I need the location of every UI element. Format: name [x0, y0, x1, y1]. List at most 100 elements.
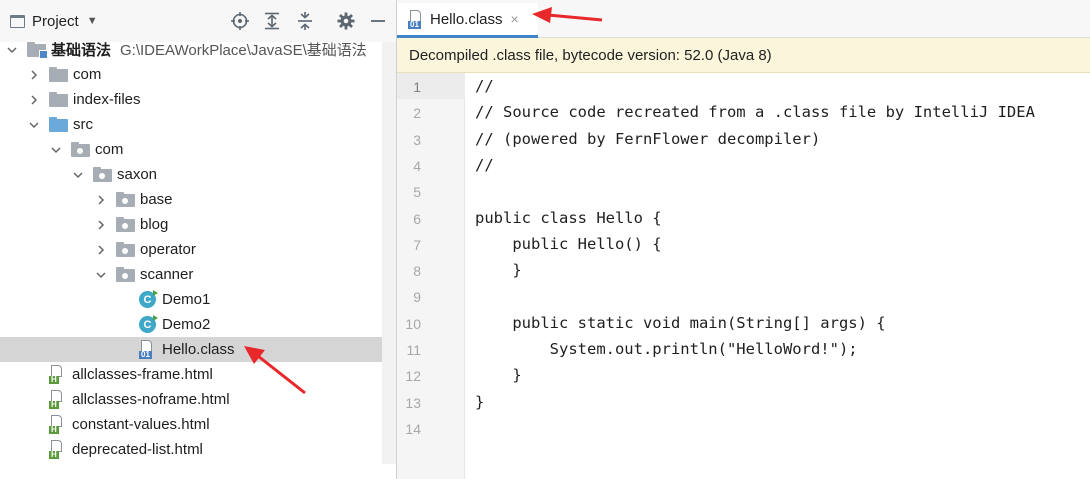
chevron-down-icon[interactable] [6, 44, 18, 56]
package-icon [116, 242, 135, 257]
html-file-icon: H [49, 415, 65, 434]
tree-row[interactable]: Hallclasses-frame.html [0, 362, 382, 387]
chevron-down-icon: ▼ [86, 15, 98, 27]
tree-row[interactable]: Hconstant-values.html [0, 412, 382, 437]
line-number: 8 [413, 263, 421, 280]
line-number: 9 [413, 289, 421, 306]
tree-item-label: index-files [73, 91, 141, 108]
project-title: Project [32, 12, 79, 30]
tree-item-label: operator [140, 241, 196, 258]
line-number: 5 [413, 184, 421, 201]
tree-row[interactable]: scanner [0, 262, 382, 287]
tree-row[interactable]: base [0, 187, 382, 212]
chevron-right-icon[interactable] [95, 244, 107, 256]
code-line: // (powered by FernFlower decompiler) [475, 129, 821, 148]
line-number: 3 [413, 131, 421, 148]
gear-icon[interactable] [336, 11, 356, 31]
line-number: 2 [413, 105, 421, 122]
code-line: public static void main(String[] args) { [475, 313, 886, 332]
tree-row[interactable]: operator [0, 237, 382, 262]
expand-all-icon[interactable] [262, 11, 282, 31]
project-toolbar: Project ▼ [0, 0, 396, 42]
tree-row[interactable]: C Demo2 [0, 312, 382, 337]
tree-row[interactable]: blog [0, 212, 382, 237]
tree-item-label: com [95, 141, 124, 158]
tree-item-label: Hello.class [162, 341, 235, 358]
chevron-right-icon[interactable] [28, 69, 40, 81]
chevron-down-icon[interactable] [72, 169, 84, 181]
chevron-right-icon[interactable] [95, 194, 107, 206]
folder-icon [49, 92, 68, 107]
chevron-down-icon[interactable] [95, 269, 107, 281]
class-file-icon: 01 [408, 9, 424, 29]
class-file-icon: 01 [139, 340, 155, 359]
code-line: public Hello() { [475, 234, 662, 253]
module-path: G:\IDEAWorkPlace\JavaSE\基础语法 [120, 42, 367, 59]
line-number: 1 [413, 79, 421, 95]
code-line: // [475, 155, 494, 174]
module-folder-icon [27, 42, 48, 59]
tree-row[interactable]: saxon [0, 162, 382, 187]
code-line: // Source code recreated from a .class f… [475, 103, 1035, 122]
tree-item-label: deprecated-list.html [72, 441, 203, 458]
project-tool-window: Project ▼ 基础语法 G:\IDEAWorkPlace\JavaSE\基础… [0, 0, 396, 479]
java-class-icon: C [139, 290, 158, 308]
tree-item-label: Demo1 [162, 291, 211, 308]
line-number: 10 [405, 315, 421, 332]
package-icon [93, 167, 112, 182]
package-icon [116, 267, 135, 282]
tree-row[interactable]: com [0, 137, 382, 162]
tree-row[interactable]: index-files [0, 87, 382, 112]
line-number: 7 [413, 236, 421, 253]
code-line: } [475, 261, 522, 280]
chevron-down-icon[interactable] [50, 144, 62, 156]
line-number: 13 [405, 394, 421, 411]
code-line: public class Hello { [475, 208, 662, 227]
tree-row[interactable]: Hallclasses-noframe.html [0, 387, 382, 412]
decompiled-banner: Decompiled .class file, bytecode version… [397, 38, 1090, 73]
html-file-icon: H [49, 440, 65, 459]
html-file-icon: H [49, 390, 65, 409]
package-icon [116, 217, 135, 232]
folder-icon [49, 67, 68, 82]
chevron-right-icon[interactable] [95, 219, 107, 231]
editor-tab-bar: 01 Hello.class × [397, 0, 1090, 38]
banner-text: Decompiled .class file, bytecode version… [409, 46, 772, 64]
chevron-right-icon[interactable] [28, 94, 40, 106]
tree-row[interactable]: Hdeprecated-list.html [0, 437, 382, 462]
html-file-icon: H [49, 365, 65, 384]
tab-label: Hello.class [430, 10, 503, 28]
code-line: // [475, 77, 494, 95]
tree-row[interactable]: C Demo1 [0, 287, 382, 312]
tree-item-label: scanner [140, 266, 194, 283]
project-view-selector[interactable]: Project ▼ [10, 10, 98, 32]
java-class-icon: C [139, 315, 158, 333]
tree-row[interactable]: 01 Hello.class [0, 337, 382, 362]
tree-item-label: base [140, 191, 173, 208]
tree-item-label: allclasses-frame.html [72, 366, 213, 383]
line-number: 14 [405, 420, 421, 437]
tree-row[interactable]: com [0, 62, 382, 87]
source-folder-icon [49, 117, 68, 132]
minimize-icon[interactable] [368, 11, 388, 31]
tree-item-label: blog [140, 216, 169, 233]
tree-item-label: com [73, 66, 102, 83]
tab-hello-class[interactable]: 01 Hello.class × [397, 3, 538, 38]
code-line: } [475, 392, 485, 411]
tree-item-label: Demo2 [162, 316, 211, 333]
package-icon [71, 142, 90, 157]
line-number: 11 [406, 342, 421, 358]
line-number: 4 [413, 157, 421, 174]
chevron-down-icon[interactable] [28, 119, 40, 131]
close-icon[interactable]: × [511, 11, 519, 27]
panel-gap [382, 42, 396, 464]
tree-item-label: src [73, 116, 93, 133]
code-line: System.out.println("HelloWord!"); [475, 340, 858, 358]
code-line: } [475, 366, 522, 385]
tree-row[interactable]: 基础语法 G:\IDEAWorkPlace\JavaSE\基础语法 [0, 37, 382, 62]
tree-row[interactable]: src [0, 112, 382, 137]
collapse-all-icon[interactable] [295, 11, 315, 31]
crosshair-icon[interactable] [230, 11, 250, 31]
tree-item-label: constant-values.html [72, 416, 210, 433]
editor-area: 01 Hello.class × Decompiled .class file,… [397, 0, 1090, 479]
